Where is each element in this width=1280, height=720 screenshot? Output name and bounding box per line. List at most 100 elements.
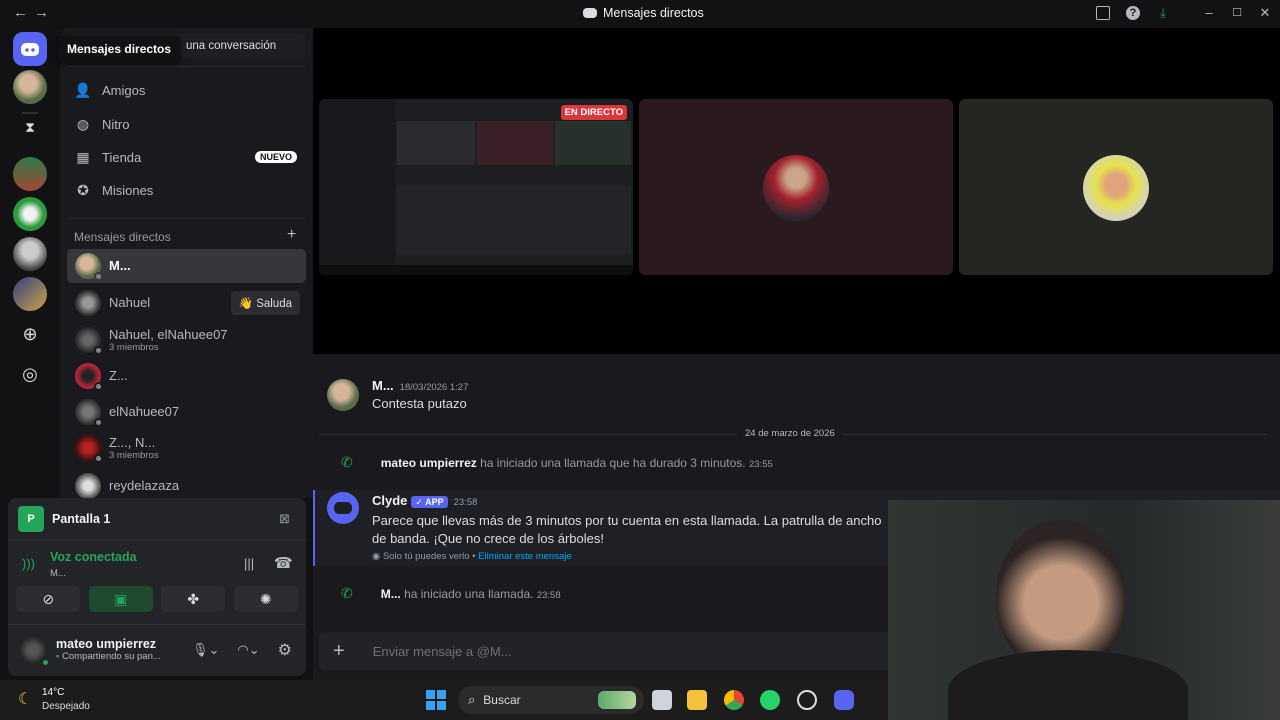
dm-sidebar: una conversación 👤 Amigos ◍ Nitro ▦ Tien… <box>60 28 313 499</box>
participant-tile[interactable] <box>639 99 953 275</box>
dm-item[interactable]: elNahuee07 <box>67 395 306 429</box>
dm-name: Nahuel, elNahuee07 <box>109 326 228 342</box>
disconnect-icon[interactable]: ☎ <box>274 554 293 572</box>
discord-taskbar-icon[interactable] <box>834 690 854 710</box>
windows-start-icon[interactable] <box>426 690 446 710</box>
dm-name: Z..., N... <box>109 434 156 450</box>
task-view-icon[interactable] <box>652 690 672 710</box>
noise-suppression-icon[interactable]: ||| <box>244 556 254 571</box>
call-system-message: ✆ M... ha iniciado una llamada. 23:58 <box>341 585 561 602</box>
call-timestamp: 23:55 <box>748 458 773 470</box>
create-dm-icon[interactable]: + <box>287 226 296 244</box>
direct-messages-button[interactable] <box>13 32 47 66</box>
clyde-avatar[interactable] <box>327 492 359 524</box>
server-icon[interactable] <box>13 197 47 231</box>
nav-friends[interactable]: 👤 Amigos <box>68 75 305 105</box>
file-explorer-icon[interactable] <box>687 690 707 710</box>
nav-quests[interactable]: ✪ Misiones <box>68 175 305 205</box>
avatar[interactable] <box>327 379 359 411</box>
signal-icon[interactable]: ))) <box>22 556 35 571</box>
stream-preview-taskbar <box>319 265 633 275</box>
screen-share-icon: ▣ <box>114 590 128 607</box>
app-icon[interactable] <box>797 690 817 710</box>
server-icon[interactable] <box>13 157 47 191</box>
avatar[interactable] <box>18 634 50 667</box>
message-text: Parece que llevas más de 3 minutos por t… <box>372 513 882 546</box>
wave-button[interactable]: 👋 Saluda <box>230 291 300 315</box>
back-arrow-icon[interactable]: ← <box>13 4 28 21</box>
soundboard-button[interactable]: ✺ <box>233 586 298 612</box>
dm-item[interactable]: Nahuel, elNahuee07 3 miembros <box>67 323 306 357</box>
server-icon[interactable] <box>13 237 47 271</box>
participant-avatar <box>763 155 829 221</box>
message-timestamp: 23:58 <box>453 497 478 508</box>
tooltip: Mensajes directos <box>58 36 181 62</box>
nitro-icon: ◍ <box>76 115 90 132</box>
clyde-face-icon <box>334 502 352 514</box>
nav-shop[interactable]: ▦ Tienda NUEVO <box>68 142 305 172</box>
voice-status-text[interactable]: Voz conectada <box>50 550 137 564</box>
message-author[interactable]: M... <box>372 378 394 393</box>
weather-status[interactable]: Despejado <box>42 701 90 712</box>
dm-item[interactable]: Nahuel 👋 Saluda <box>67 286 306 320</box>
camera-off-button[interactable]: ⊘ <box>16 586 81 612</box>
avatar <box>75 253 103 281</box>
chrome-icon[interactable] <box>724 690 744 710</box>
nav-nitro[interactable]: ◍ Nitro <box>68 109 305 139</box>
whatsapp-icon[interactable] <box>760 690 780 710</box>
stream-preview-pane <box>555 121 631 165</box>
avatar <box>75 327 103 355</box>
stream-tile[interactable]: EN DIRECTO <box>319 99 633 275</box>
dismiss-message-link[interactable]: Eliminar este mensaje <box>478 551 571 562</box>
stream-preview-pane <box>397 121 475 165</box>
server-icon[interactable] <box>13 70 47 104</box>
call-author[interactable]: M... <box>381 587 401 601</box>
add-server-icon[interactable]: ⊕ <box>13 317 47 351</box>
download-icon[interactable]: ⤓ <box>1156 6 1170 20</box>
inbox-icon[interactable] <box>1096 6 1110 20</box>
voice-controls: ⊘ ▣ ✤ ✺ <box>8 586 306 616</box>
wave-label: Saluda <box>256 298 292 310</box>
headphones-icon[interactable]: ◠⌄ <box>237 642 259 658</box>
dm-item[interactable]: Z..., N... 3 miembros <box>67 431 306 465</box>
call-author[interactable]: mateo umpierrez <box>381 456 477 470</box>
dm-name: M... <box>109 258 131 273</box>
forward-arrow-icon[interactable]: → <box>34 4 49 21</box>
microphone-icon[interactable]: 🎙︎⌄ <box>192 642 219 658</box>
hourglass-icon[interactable]: ⧗ <box>13 110 47 144</box>
participant-tile[interactable] <box>959 99 1273 275</box>
message-input[interactable]: Enviar mensaje a @M... <box>373 644 512 659</box>
discord-icon <box>583 8 597 18</box>
dm-item[interactable]: Z... <box>67 359 306 393</box>
minimize-icon[interactable]: – <box>1202 6 1216 20</box>
divider <box>68 218 305 219</box>
taskbar-search[interactable]: ⌕ Buscar <box>458 686 644 714</box>
screen-share-button[interactable]: ▣ <box>88 586 153 612</box>
voice-channel[interactable]: M... <box>50 568 66 579</box>
taskbar-search-label: Buscar <box>483 693 521 707</box>
nav-nitro-label: Nitro <box>102 116 130 132</box>
activities-button[interactable]: ✤ <box>161 586 226 612</box>
webcam-overlay <box>888 500 1280 720</box>
message-timestamp: 18/03/2026 1:27 <box>399 382 469 393</box>
close-icon[interactable]: ✕ <box>1258 6 1272 20</box>
shop-icon: ▦ <box>76 148 90 165</box>
stream-preview-pane <box>477 121 553 165</box>
divider <box>68 66 305 67</box>
dm-item[interactable]: M... <box>67 249 306 283</box>
dm-members: 3 miembros <box>109 449 159 461</box>
stop-stream-icon[interactable]: ⊠ <box>279 511 290 527</box>
window-title-text: Mensajes directos <box>603 6 704 20</box>
help-icon[interactable]: ? <box>1126 6 1140 20</box>
call-timestamp: 23:58 <box>536 589 561 601</box>
weather-temp[interactable]: 14°C <box>42 687 64 698</box>
stream-preview-row[interactable]: P Pantalla 1 ⊠ <box>8 498 306 540</box>
settings-icon[interactable]: ⚙ <box>278 640 292 660</box>
maximize-icon[interactable]: ☐ <box>1230 6 1244 20</box>
discover-icon[interactable]: ◎ <box>13 357 47 391</box>
message-author[interactable]: Clyde <box>372 493 407 508</box>
friends-icon: 👤 <box>74 81 92 98</box>
server-icon[interactable] <box>13 277 47 311</box>
attach-plus-icon[interactable]: + <box>333 640 345 663</box>
taskbar: ☾ 14°C Despejado ⌕ Buscar <box>0 680 888 720</box>
